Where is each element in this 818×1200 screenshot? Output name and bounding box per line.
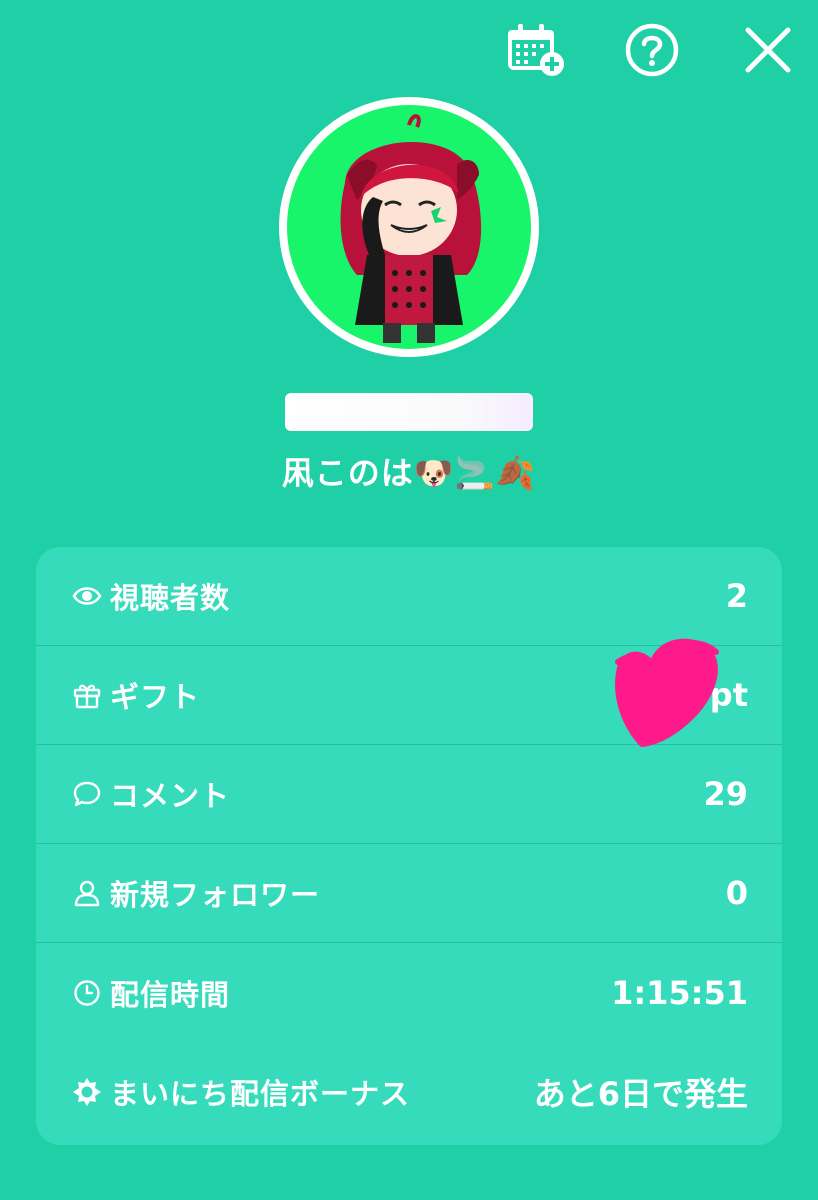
stat-label: 視聴者数: [110, 581, 231, 615]
help-icon[interactable]: [622, 20, 682, 80]
stat-label: 配信時間: [110, 977, 231, 1012]
character-illustration: [340, 114, 482, 343]
stat-row-gift: ギフト pt: [36, 646, 782, 745]
avatar-image: [279, 97, 539, 357]
sun-icon: [72, 1077, 102, 1107]
clock-icon: [72, 978, 102, 1008]
stat-value: 29: [703, 775, 748, 813]
stat-row-comments: コメント 29: [36, 745, 782, 844]
gift-icon: [72, 680, 102, 710]
stat-label: コメント: [110, 779, 231, 813]
stat-value: 0: [725, 874, 748, 912]
stat-row-new-followers: 新規フォロワー 0: [36, 844, 782, 943]
display-name: 凩このは🐶🚬🍂: [281, 454, 537, 492]
stat-row-stream-time: 配信時間 1:15:51: [36, 943, 782, 1042]
stats-card: 視聴者数 2 ギフト pt コメント 29 新規フォロワー 0 配信時間 1:1…: [36, 547, 782, 1145]
calendar-add-icon[interactable]: [506, 20, 566, 80]
eye-icon: [72, 581, 102, 611]
stat-value: 1:15:51: [611, 973, 748, 1012]
person-icon: [72, 878, 102, 908]
stat-label: 新規フォロワー: [110, 878, 321, 912]
top-toolbar: [506, 18, 798, 82]
stat-value: pt: [709, 676, 748, 714]
close-icon[interactable]: [738, 20, 798, 80]
stat-row-viewers: 視聴者数 2: [36, 547, 782, 646]
redacted-name-bar: [285, 393, 533, 431]
avatar[interactable]: [279, 97, 539, 357]
comment-icon: [72, 779, 102, 809]
stat-value: あと6日で発生: [533, 1074, 748, 1113]
stat-label: まいにち配信ボーナス: [110, 1076, 411, 1111]
stat-value: 2: [725, 577, 748, 615]
stat-label: ギフト: [110, 680, 201, 714]
stat-row-daily-bonus: まいにち配信ボーナス あと6日で発生: [36, 1042, 782, 1141]
